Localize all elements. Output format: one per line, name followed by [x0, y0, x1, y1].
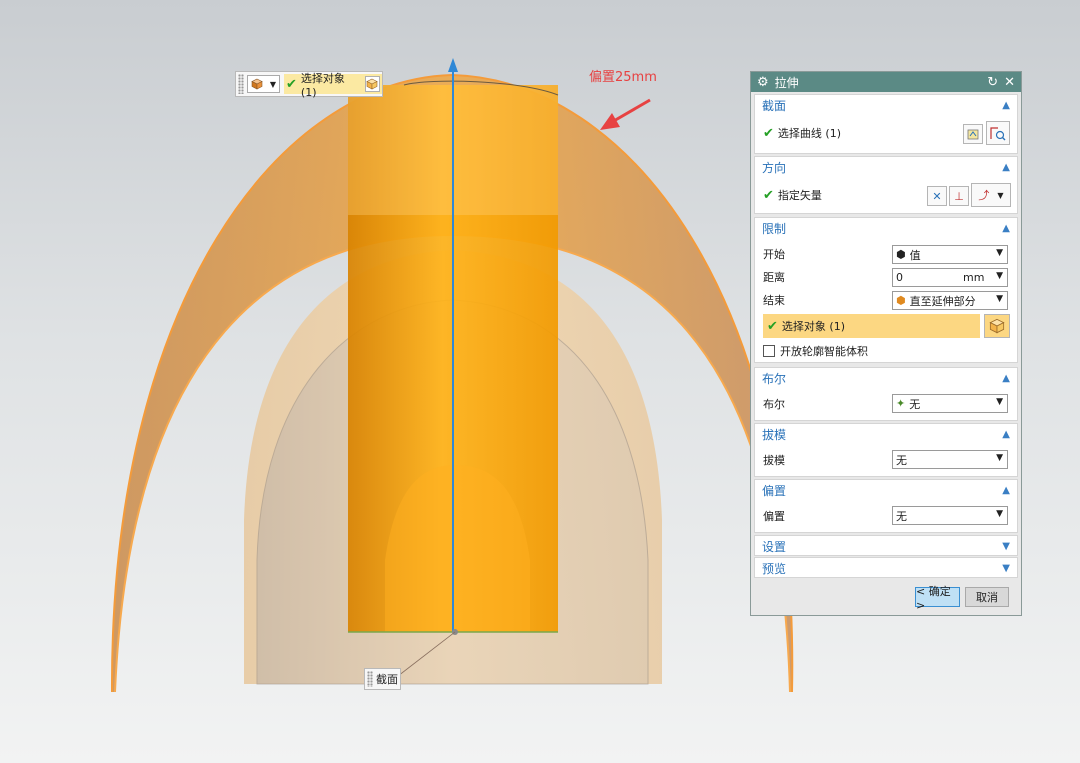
check-icon: ✔ — [767, 318, 778, 334]
chevron-down-icon: ▼ — [269, 79, 277, 89]
section-tag-text: 截面 — [376, 673, 398, 686]
type-filter-dropdown[interactable]: ▼ — [246, 75, 281, 93]
reverse-icon: ✕ — [932, 189, 942, 203]
chevron-up-icon: ▲ — [1002, 428, 1010, 440]
group-preview-header[interactable]: 预览 ▼ — [755, 558, 1017, 578]
chevron-down-icon: ▼ — [1002, 540, 1010, 552]
chevron-up-icon: ▲ — [1002, 484, 1010, 496]
select-object-label: 选择对象 (1) — [300, 71, 345, 99]
boolean-none-icon: ✦ — [896, 397, 906, 410]
group-direction: 方向 ▲ ✔ 指定矢量 ✕ ⊥ ⤴ ▼ — [754, 156, 1018, 214]
close-icon[interactable]: ✕ — [1004, 75, 1015, 90]
group-boolean-header[interactable]: 布尔 ▲ — [755, 368, 1017, 388]
check-icon: ✔ — [763, 187, 774, 203]
reset-icon[interactable]: ↻ — [987, 75, 998, 90]
group-limits-header[interactable]: 限制 ▲ — [755, 218, 1017, 238]
cube-filter-icon — [251, 78, 263, 90]
group-section-header[interactable]: 截面 ▲ — [755, 95, 1017, 115]
vector-type-dropdown[interactable]: ⤴ ▼ — [971, 183, 1011, 207]
extrude-dialog: ⚙ 拉伸 ↻ ✕ 截面 ▲ ✔ 选择曲线 (1) 方向 ▲ ✔ 指定矢量 ✕ ⊥… — [750, 71, 1022, 616]
draft-select[interactable]: 无 ▼ — [892, 450, 1008, 469]
reverse-direction-button[interactable]: ✕ — [927, 186, 947, 206]
offset-annotation: 偏置25mm — [589, 70, 657, 85]
check-icon: ✔ — [763, 125, 774, 141]
chevron-down-icon: ▼ — [996, 294, 1003, 304]
group-settings-header[interactable]: 设置 ▼ — [755, 536, 1017, 556]
annotation-arrow — [611, 98, 651, 124]
chevron-up-icon: ▲ — [1002, 222, 1010, 234]
gear-icon[interactable]: ⚙ — [757, 75, 769, 90]
chevron-up-icon: ▲ — [1002, 161, 1010, 173]
group-direction-header[interactable]: 方向 ▲ — [755, 157, 1017, 177]
chevron-up-icon: ▲ — [1002, 372, 1010, 384]
vector-icon: ⊥ — [954, 189, 964, 203]
selection-toolbar: ▼ ✔ 选择对象 (1) — [235, 71, 383, 99]
curve-select-button[interactable] — [986, 121, 1010, 145]
group-section: 截面 ▲ ✔ 选择曲线 (1) — [754, 94, 1018, 154]
select-object-row[interactable]: ✔ 选择对象 (1) — [763, 314, 980, 338]
chevron-down-icon: ▼ — [1002, 562, 1010, 574]
check-icon: ✔ — [286, 76, 297, 92]
start-type-select[interactable]: ⬢ 值 ▼ — [892, 245, 1008, 264]
chevron-up-icon: ▲ — [1002, 99, 1010, 111]
boolean-select[interactable]: ✦ 无 ▼ — [892, 394, 1008, 413]
section-label-tag[interactable]: 截面 — [364, 668, 401, 690]
group-draft-header[interactable]: 拔模 ▲ — [755, 424, 1017, 444]
offset-select[interactable]: 无 ▼ — [892, 506, 1008, 525]
chevron-down-icon: ▼ — [996, 397, 1003, 407]
until-extended-icon: ⬢ — [896, 294, 906, 307]
select-object-toolbar[interactable]: ✔ 选择对象 (1) — [284, 72, 382, 99]
cube-icon — [989, 318, 1005, 334]
group-boolean: 布尔 ▲ 布尔 ✦ 无 ▼ — [754, 367, 1018, 421]
vector-dialog-button[interactable]: ⊥ — [949, 186, 969, 206]
cancel-button[interactable]: 取消 — [965, 587, 1009, 607]
chevron-down-icon: ▼ — [997, 190, 1004, 200]
select-object-button[interactable] — [984, 314, 1010, 338]
sketch-icon — [967, 129, 979, 140]
group-offset-header[interactable]: 偏置 ▲ — [755, 480, 1017, 500]
group-offset: 偏置 ▲ 偏置 无 ▼ — [754, 479, 1018, 533]
curve-icon — [990, 127, 1006, 141]
chevron-down-icon: ▼ — [996, 248, 1003, 258]
drag-handle-icon — [367, 671, 373, 687]
zc-axis-icon: ⤴ — [978, 189, 990, 202]
chevron-down-icon: ▼ — [996, 453, 1003, 463]
distance-input[interactable]: 0 mm ▼ — [892, 268, 1008, 287]
group-settings[interactable]: 设置 ▼ — [754, 535, 1018, 556]
dialog-title: 拉伸 — [774, 75, 799, 90]
chevron-down-icon: ▼ — [996, 271, 1003, 281]
sketch-section-button[interactable] — [963, 124, 983, 144]
group-limits: 限制 ▲ 开始 ⬢ 值 ▼ 距离 0 mm ▼ 结束 ⬢ 直至延伸部分 ▼ ✔ — [754, 217, 1018, 363]
select-object-button[interactable] — [364, 76, 380, 92]
dialog-titlebar[interactable]: ⚙ 拉伸 ↻ ✕ — [751, 72, 1021, 92]
distance-unit: mm — [963, 271, 985, 284]
open-profile-row[interactable]: 开放轮廓智能体积 — [763, 341, 1011, 361]
ok-button[interactable]: < 确定 > — [915, 585, 960, 612]
value-cube-icon: ⬢ — [896, 248, 906, 261]
cube-icon — [366, 78, 378, 90]
chevron-down-icon: ▼ — [996, 509, 1003, 519]
end-type-select[interactable]: ⬢ 直至延伸部分 ▼ — [892, 291, 1008, 310]
drag-handle-icon[interactable] — [238, 74, 244, 94]
group-draft: 拔模 ▲ 拔模 无 ▼ — [754, 423, 1018, 477]
group-preview[interactable]: 预览 ▼ — [754, 557, 1018, 578]
open-profile-checkbox[interactable] — [763, 345, 775, 357]
